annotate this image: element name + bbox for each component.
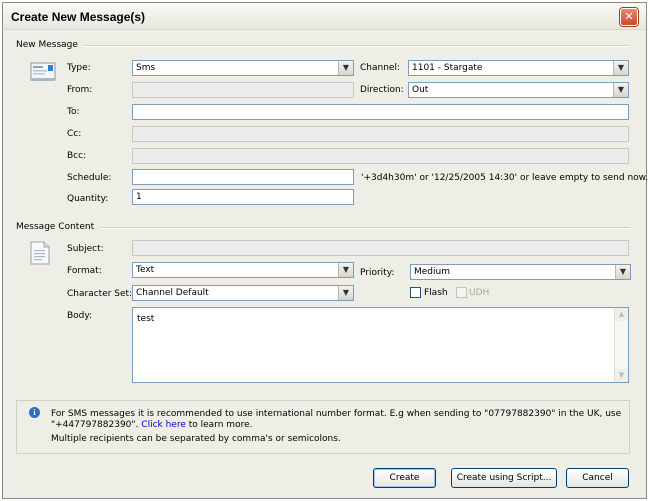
subject-label: Subject: [67, 244, 104, 254]
quantity-field[interactable]: 1 [132, 189, 354, 205]
flash-checkbox[interactable] [410, 287, 421, 298]
from-label: From: [67, 85, 93, 95]
type-select[interactable]: Sms ▼ [132, 60, 354, 76]
udh-checkbox [456, 287, 467, 298]
type-value: Sms [136, 63, 156, 73]
quantity-label: Quantity: [67, 194, 109, 204]
from-field [132, 82, 354, 98]
charset-select[interactable]: Channel Default ▼ [132, 285, 354, 301]
schedule-field[interactable] [132, 169, 354, 185]
scroll-up-icon[interactable]: ▲ [615, 308, 628, 321]
priority-label: Priority: [360, 268, 395, 278]
info-line-2-suffix: to learn more. [188, 420, 253, 430]
direction-select[interactable]: Out ▼ [408, 82, 629, 98]
title-bar: Create New Message(s) ✕ [3, 3, 646, 30]
info-line-2-text: "+447797882390". [51, 420, 139, 430]
cancel-button[interactable]: Cancel [566, 468, 629, 488]
chevron-down-icon[interactable]: ▼ [613, 83, 628, 97]
chevron-down-icon[interactable]: ▼ [338, 263, 353, 277]
cc-field [132, 126, 629, 142]
channel-label: Channel: [360, 63, 400, 73]
schedule-label: Schedule: [67, 173, 112, 183]
udh-label: UDH [469, 288, 490, 298]
chevron-down-icon[interactable]: ▼ [338, 61, 353, 75]
info-icon: i [29, 407, 40, 418]
close-icon: ✕ [624, 10, 634, 23]
create-using-script-button[interactable]: Create using Script... [451, 468, 557, 488]
message-icon [30, 62, 56, 81]
charset-value: Channel Default [136, 288, 209, 298]
chevron-down-icon[interactable]: ▼ [615, 265, 630, 279]
format-label: Format: [67, 266, 102, 276]
info-line-2: "+447797882390". Click here to learn mor… [51, 420, 252, 431]
chevron-down-icon[interactable]: ▼ [613, 61, 628, 75]
document-icon [30, 241, 50, 265]
charset-label: Character Set: [67, 289, 133, 299]
bcc-label: Bcc: [67, 151, 87, 161]
create-button[interactable]: Create [373, 468, 436, 488]
learn-more-link[interactable]: Click here [141, 420, 186, 430]
format-select[interactable]: Text ▼ [132, 262, 354, 278]
channel-value: 1101 - Stargate [412, 63, 483, 73]
body-scrollbar[interactable]: ▲ ▼ [614, 308, 628, 382]
info-box: i For SMS messages it is recommended to … [16, 400, 630, 454]
bcc-field [132, 148, 629, 164]
to-field[interactable] [132, 104, 629, 120]
close-button[interactable]: ✕ [620, 8, 638, 26]
direction-label: Direction: [360, 85, 404, 95]
scroll-down-icon[interactable]: ▼ [615, 369, 628, 382]
info-line-3: Multiple recipients can be separated by … [51, 434, 341, 444]
subject-field [132, 240, 629, 256]
section-divider [80, 45, 630, 47]
quantity-value: 1 [136, 192, 142, 202]
to-label: To: [67, 107, 80, 117]
window-title: Create New Message(s) [11, 10, 146, 24]
direction-value: Out [412, 85, 429, 95]
cc-label: Cc: [67, 129, 82, 139]
channel-select[interactable]: 1101 - Stargate ▼ [408, 60, 629, 76]
section-title-message-content: Message Content [16, 221, 101, 233]
priority-select[interactable]: Medium ▼ [410, 264, 631, 280]
body-textarea[interactable]: test ▲ ▼ [132, 307, 629, 383]
priority-value: Medium [414, 267, 450, 277]
section-title-new-message: New Message [16, 39, 84, 51]
format-value: Text [136, 265, 155, 275]
flash-label[interactable]: Flash [424, 287, 448, 299]
info-line-1: For SMS messages it is recommended to us… [51, 409, 622, 419]
body-label: Body: [67, 311, 93, 321]
section-divider [96, 227, 630, 229]
body-value: test [137, 314, 155, 324]
chevron-down-icon[interactable]: ▼ [338, 286, 353, 300]
schedule-hint: '+3d4h30m' or '12/25/2005 14:30' or leav… [361, 173, 649, 183]
type-label: Type: [67, 63, 91, 73]
